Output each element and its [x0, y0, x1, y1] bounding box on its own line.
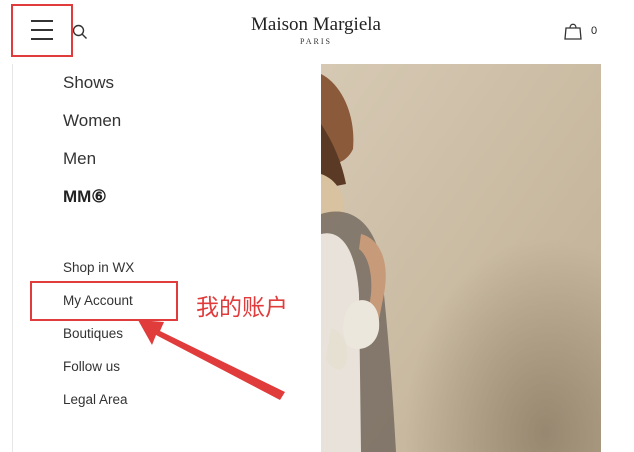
navigation-menu: Shows Women Men MM⑥ Shop in WX My Accoun… — [12, 64, 322, 452]
search-icon[interactable] — [72, 24, 88, 40]
brand-logo[interactable]: Maison Margiela PARIS — [250, 14, 382, 46]
menu-item-boutiques[interactable]: Boutiques — [63, 326, 134, 359]
cart-button[interactable]: 0 — [563, 21, 603, 43]
menu-item-mm6[interactable]: MM⑥ — [63, 186, 121, 224]
menu-item-legal-area[interactable]: Legal Area — [63, 392, 134, 425]
menu-item-men[interactable]: Men — [63, 148, 121, 186]
site-header: Maison Margiela PARIS 0 — [0, 0, 634, 64]
logo-title: Maison Margiela — [251, 14, 381, 35]
logo-subtitle: PARIS — [300, 37, 332, 46]
annotation-highlight-my-account — [30, 281, 178, 321]
hero-photo — [321, 64, 601, 452]
menu-item-women[interactable]: Women — [63, 110, 121, 148]
menu-item-follow-us[interactable]: Follow us — [63, 359, 134, 392]
menu-main-list: Shows Women Men MM⑥ — [63, 72, 121, 224]
annotation-highlight-menu — [11, 4, 73, 57]
shopping-bag-icon — [564, 23, 582, 40]
annotation-label: 我的账户 — [196, 295, 288, 321]
menu-item-shows[interactable]: Shows — [63, 72, 121, 110]
cart-count: 0 — [591, 25, 598, 37]
